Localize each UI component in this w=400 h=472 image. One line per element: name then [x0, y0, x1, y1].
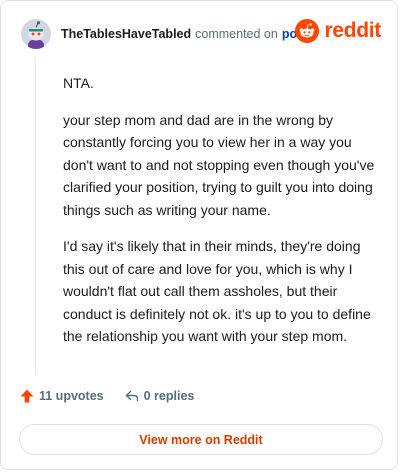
comment-body: NTA. your step mom and dad are in the wr…: [63, 72, 381, 362]
comment-paragraph: NTA.: [63, 75, 94, 91]
comment-paragraph: I'd say it's likely that in their minds,…: [63, 238, 371, 344]
action-text: commented on: [195, 27, 278, 41]
snoo-avatar-icon[interactable]: [21, 19, 51, 49]
replies-button[interactable]: 0 replies: [124, 388, 195, 404]
comment-embed-card: TheTablesHaveTabled commented on post re…: [0, 0, 398, 470]
upvote-arrow-icon: [20, 389, 34, 403]
view-more-button[interactable]: View more on Reddit: [19, 424, 383, 455]
replies-count: 0 replies: [143, 389, 195, 403]
comment-paragraph: your step mom and dad are in the wrong b…: [63, 111, 375, 218]
reply-arrow-icon: [125, 390, 138, 402]
upvotes-count: 11 upvotes: [39, 389, 104, 403]
reddit-logo[interactable]: reddit: [295, 19, 381, 43]
reddit-snoo-icon: [295, 19, 320, 43]
thread-line: [35, 57, 36, 375]
comment-meta: TheTablesHaveTabled commented on post: [61, 27, 308, 41]
comment-actions: 11 upvotes 0 replies: [19, 388, 194, 404]
reddit-wordmark: reddit: [324, 19, 381, 42]
username[interactable]: TheTablesHaveTabled: [61, 27, 191, 41]
comment-header: TheTablesHaveTabled commented on post re…: [21, 17, 381, 51]
upvote-button[interactable]: 11 upvotes: [19, 388, 104, 404]
